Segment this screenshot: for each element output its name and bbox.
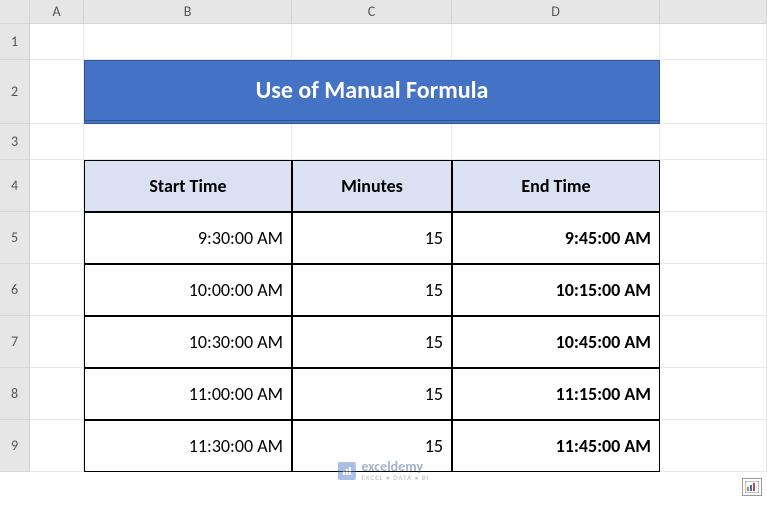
- cell-d8[interactable]: 11:15:00 AM: [452, 368, 660, 420]
- row-header-4[interactable]: 4: [0, 160, 30, 212]
- cell-e3[interactable]: [660, 124, 767, 160]
- cell-a1[interactable]: [30, 24, 84, 60]
- cell-a8[interactable]: [30, 368, 84, 420]
- cell-c9[interactable]: 15: [292, 420, 452, 472]
- cell-c7[interactable]: 15: [292, 316, 452, 368]
- quick-analysis-icon[interactable]: [742, 478, 762, 496]
- cell-b3[interactable]: [84, 124, 292, 160]
- cell-d5[interactable]: 9:45:00 AM: [452, 212, 660, 264]
- cell-a5[interactable]: [30, 212, 84, 264]
- col-header-b[interactable]: B: [84, 0, 292, 24]
- header-end-time[interactable]: End Time: [452, 160, 660, 212]
- cell-e9[interactable]: [660, 420, 767, 472]
- row-header-2[interactable]: 2: [0, 60, 30, 124]
- cell-a6[interactable]: [30, 264, 84, 316]
- cell-b6[interactable]: 10:00:00 AM: [84, 264, 292, 316]
- cell-e2[interactable]: [660, 60, 767, 124]
- cell-a9[interactable]: [30, 420, 84, 472]
- cell-c6[interactable]: 15: [292, 264, 452, 316]
- cell-c1[interactable]: [292, 24, 452, 60]
- row-header-8[interactable]: 8: [0, 368, 30, 420]
- cell-b5[interactable]: 9:30:00 AM: [84, 212, 292, 264]
- cell-d3[interactable]: [452, 124, 660, 160]
- cell-e6[interactable]: [660, 264, 767, 316]
- cell-d9[interactable]: 11:45:00 AM: [452, 420, 660, 472]
- row-header-7[interactable]: 7: [0, 316, 30, 368]
- cell-e4[interactable]: [660, 160, 767, 212]
- cell-a3[interactable]: [30, 124, 84, 160]
- cell-a7[interactable]: [30, 316, 84, 368]
- cell-d6[interactable]: 10:15:00 AM: [452, 264, 660, 316]
- header-minutes[interactable]: Minutes: [292, 160, 452, 212]
- cell-d1[interactable]: [452, 24, 660, 60]
- cell-c5[interactable]: 15: [292, 212, 452, 264]
- header-start-time[interactable]: Start Time: [84, 160, 292, 212]
- cell-e1[interactable]: [660, 24, 767, 60]
- cell-b9[interactable]: 11:30:00 AM: [84, 420, 292, 472]
- row-header-5[interactable]: 5: [0, 212, 30, 264]
- cell-e5[interactable]: [660, 212, 767, 264]
- cell-e8[interactable]: [660, 368, 767, 420]
- cell-b1[interactable]: [84, 24, 292, 60]
- row-header-6[interactable]: 6: [0, 264, 30, 316]
- col-header-c[interactable]: C: [292, 0, 452, 24]
- row-header-3[interactable]: 3: [0, 124, 30, 160]
- title-merged-cell[interactable]: Use of Manual Formula: [84, 60, 660, 124]
- cell-a2[interactable]: [30, 60, 84, 124]
- col-header-extra[interactable]: [660, 0, 767, 24]
- select-all-corner[interactable]: [0, 0, 30, 24]
- spreadsheet-grid: A B C D 1 2 Use of Manual Formula 3 4 St…: [0, 0, 767, 531]
- cell-a4[interactable]: [30, 160, 84, 212]
- col-header-d[interactable]: D: [452, 0, 660, 24]
- cell-b7[interactable]: 10:30:00 AM: [84, 316, 292, 368]
- cell-c8[interactable]: 15: [292, 368, 452, 420]
- cell-e7[interactable]: [660, 316, 767, 368]
- col-header-a[interactable]: A: [30, 0, 84, 24]
- cell-c3[interactable]: [292, 124, 452, 160]
- cell-b8[interactable]: 11:00:00 AM: [84, 368, 292, 420]
- row-header-1[interactable]: 1: [0, 24, 30, 60]
- row-header-9[interactable]: 9: [0, 420, 30, 472]
- cell-d7[interactable]: 10:45:00 AM: [452, 316, 660, 368]
